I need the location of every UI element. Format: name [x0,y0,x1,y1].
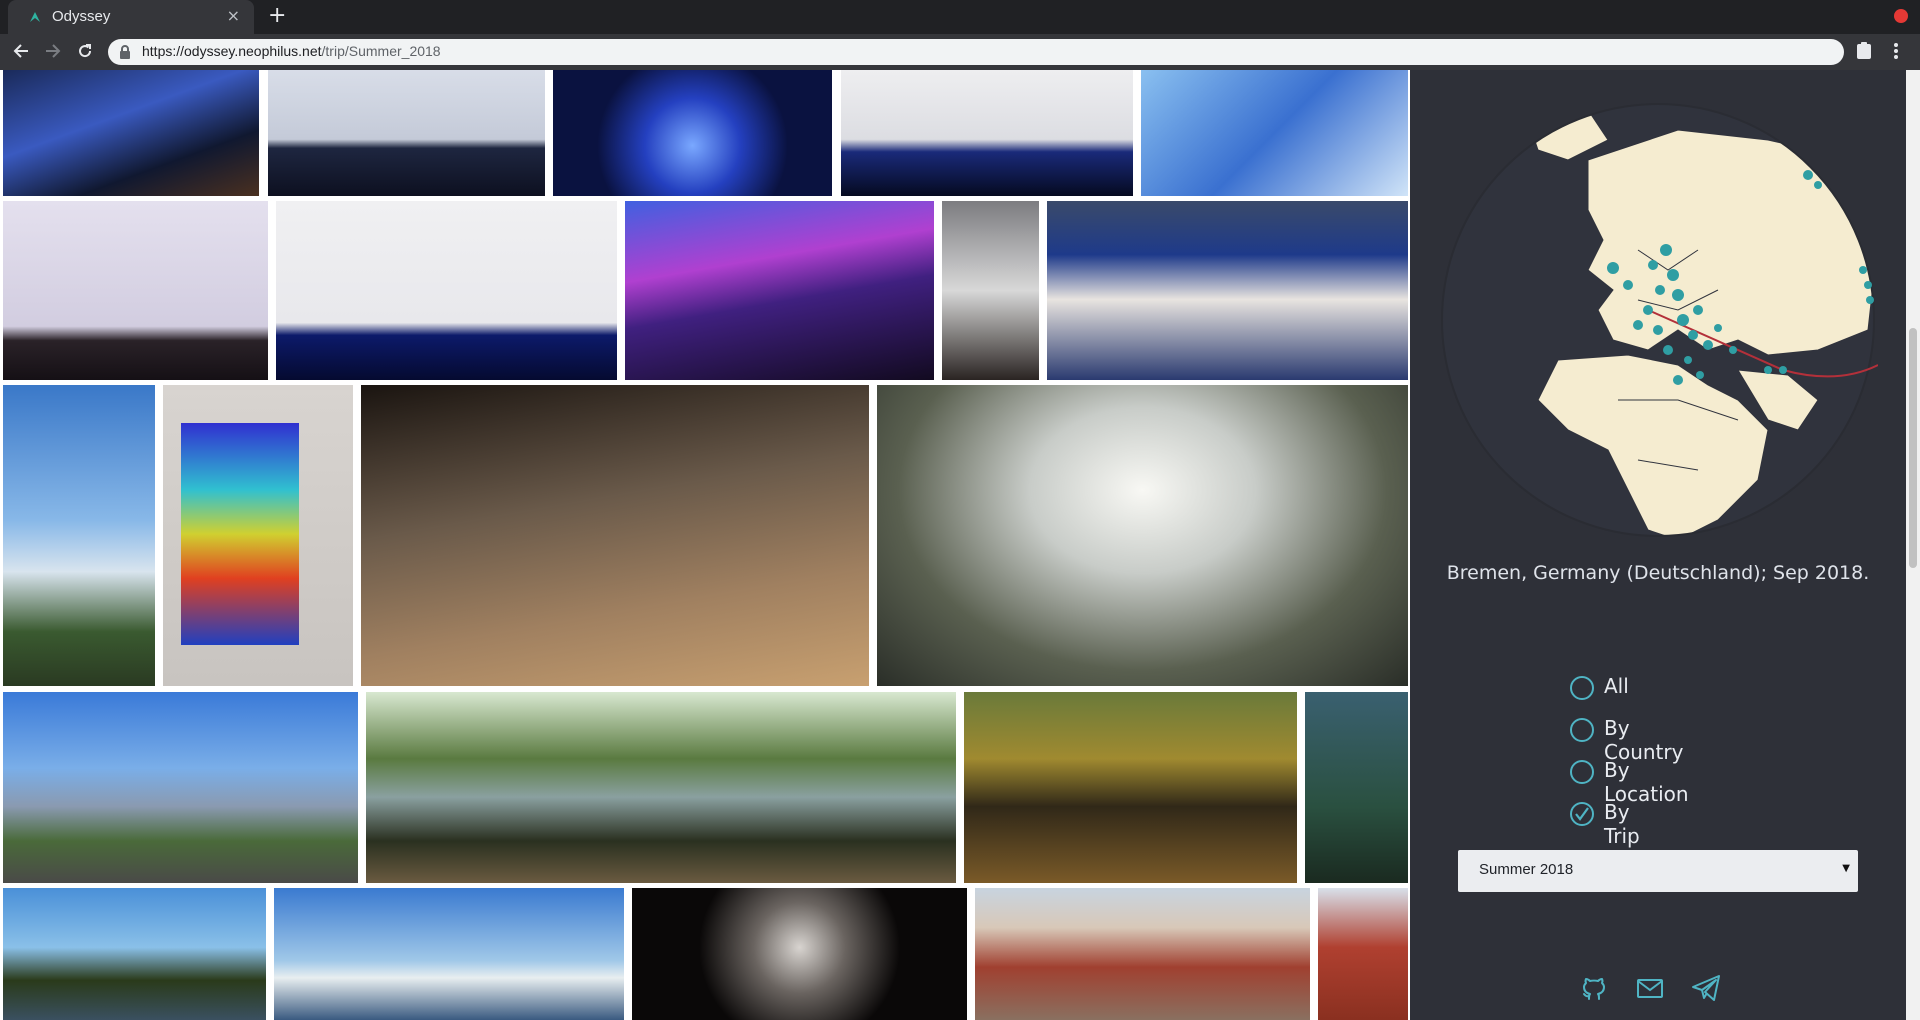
extension-icon[interactable] [1856,42,1872,64]
photo-lake-park[interactable] [3,888,266,1020]
photo-lighthouse-party[interactable] [625,201,934,380]
map-side-panel: Bremen, Germany (Deutschland); Sep 2018.… [1410,70,1906,1020]
photo-australian-space-booth[interactable] [1047,201,1408,380]
new-tab-button[interactable]: + [268,3,286,28]
option-by-location-label: By Location [1604,758,1689,806]
photo-park-pond[interactable] [366,692,956,883]
page-content: Bremen, Germany (Deutschland); Sep 2018.… [0,70,1920,1020]
photo-universum-building[interactable] [3,692,358,883]
photo-lake-building[interactable] [274,888,624,1020]
option-all-label: All [1604,674,1629,698]
odyssey-favicon-icon [30,12,40,22]
lock-icon [120,45,130,59]
photo-museum-staircase[interactable] [361,385,869,686]
tab-close-icon[interactable]: × [227,6,240,25]
option-by-country-label: By Country [1604,716,1684,764]
photo-tube-walkway[interactable] [877,385,1408,686]
tab-bar: Odyssey × + [0,0,1920,34]
tab-title: Odyssey [52,8,111,25]
back-icon[interactable] [10,42,32,64]
photo-astronaut-panel[interactable] [3,70,259,196]
radio-unchecked-icon [1570,760,1594,784]
telegram-icon[interactable] [1690,972,1722,1004]
url-text: https://odyssey.neophilus.net/trip/Summe… [142,43,441,59]
radio-unchecked-icon [1570,718,1594,742]
radio-unchecked-icon [1570,676,1594,700]
photo-satellite-model[interactable] [942,201,1039,380]
page-scrollbar[interactable] [1906,70,1920,1020]
menu-icon[interactable] [1893,42,1899,64]
record-indicator-icon [1894,9,1908,23]
photo-market-square[interactable] [975,888,1310,1020]
address-bar[interactable]: https://odyssey.neophilus.net/trip/Summe… [108,39,1844,65]
tab-odyssey[interactable]: Odyssey × [8,0,254,34]
trip-select-value: Summer 2018 [1479,861,1574,878]
photo-australian-space-stage[interactable] [276,201,617,380]
reload-icon[interactable] [74,42,96,64]
photo-cathedral[interactable] [1318,888,1408,1020]
photo-rocket-presentation[interactable] [841,70,1133,196]
globe-map[interactable] [1438,100,1878,540]
trip-select[interactable]: Summer 2018 ▼ [1458,850,1858,892]
scrollbar-thumb[interactable] [1909,328,1917,568]
mail-icon[interactable] [1634,972,1666,1004]
github-icon[interactable] [1578,972,1610,1004]
photo-drop-tower[interactable] [3,385,155,686]
photo-rocket-sky[interactable] [1141,70,1408,196]
browser-toolbar: https://odyssey.neophilus.net/trip/Summe… [0,34,1920,70]
photo-thermal-camera[interactable] [163,385,353,686]
chevron-down-icon: ▼ [1842,863,1850,874]
photo-blue-origin-panel[interactable] [3,201,268,380]
photo-outdoor-cinema[interactable] [632,888,967,1020]
photo-gallery [0,70,1410,1020]
photo-stage-lights-earth[interactable] [553,70,832,196]
photo-conference-slide-panel[interactable] [268,70,545,196]
location-caption: Bremen, Germany (Deutschland); Sep 2018. [1446,562,1870,584]
radio-checked-icon [1570,802,1594,826]
option-by-trip-label: By Trip [1604,800,1640,848]
photo-river-autumn[interactable] [964,692,1297,883]
forward-icon[interactable] [42,42,64,64]
photo-statue-garden[interactable] [1305,692,1408,883]
